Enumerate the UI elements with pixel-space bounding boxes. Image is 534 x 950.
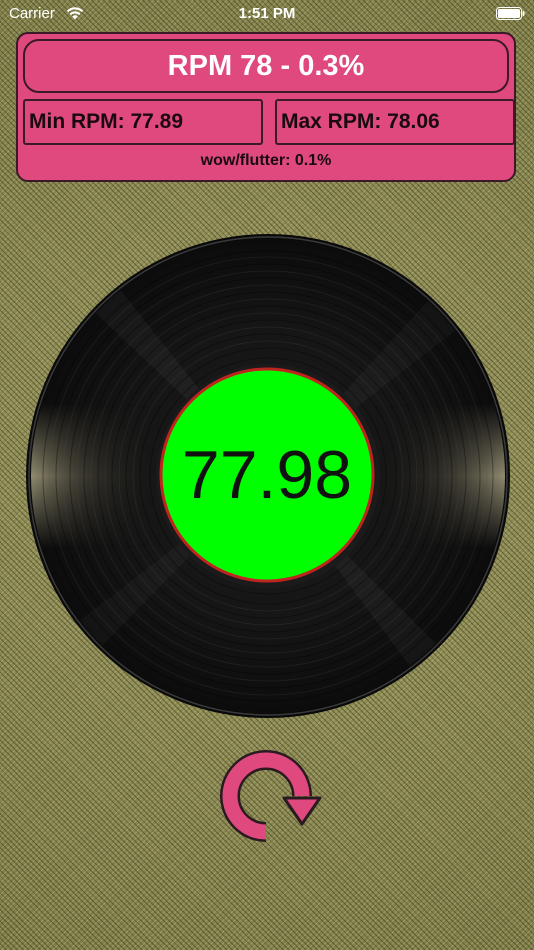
max-rpm-label: Max RPM: 78.06	[275, 99, 515, 145]
rpm-info-panel: RPM 78 - 0.3% Min RPM: 77.89 Max RPM: 78…	[16, 32, 516, 182]
min-rpm-label: Min RPM: 77.89	[23, 99, 263, 145]
wow-flutter-label: wow/flutter: 0.1%	[200, 152, 332, 169]
battery-icon	[496, 7, 525, 20]
status-bar: Carrier 1:51 PM	[0, 0, 534, 28]
refresh-icon[interactable]	[212, 748, 324, 848]
current-rpm-readout: 77.98	[181, 437, 353, 513]
status-time: 1:51 PM	[238, 5, 296, 22]
rpm-title: RPM 78 - 0.3%	[23, 39, 509, 93]
